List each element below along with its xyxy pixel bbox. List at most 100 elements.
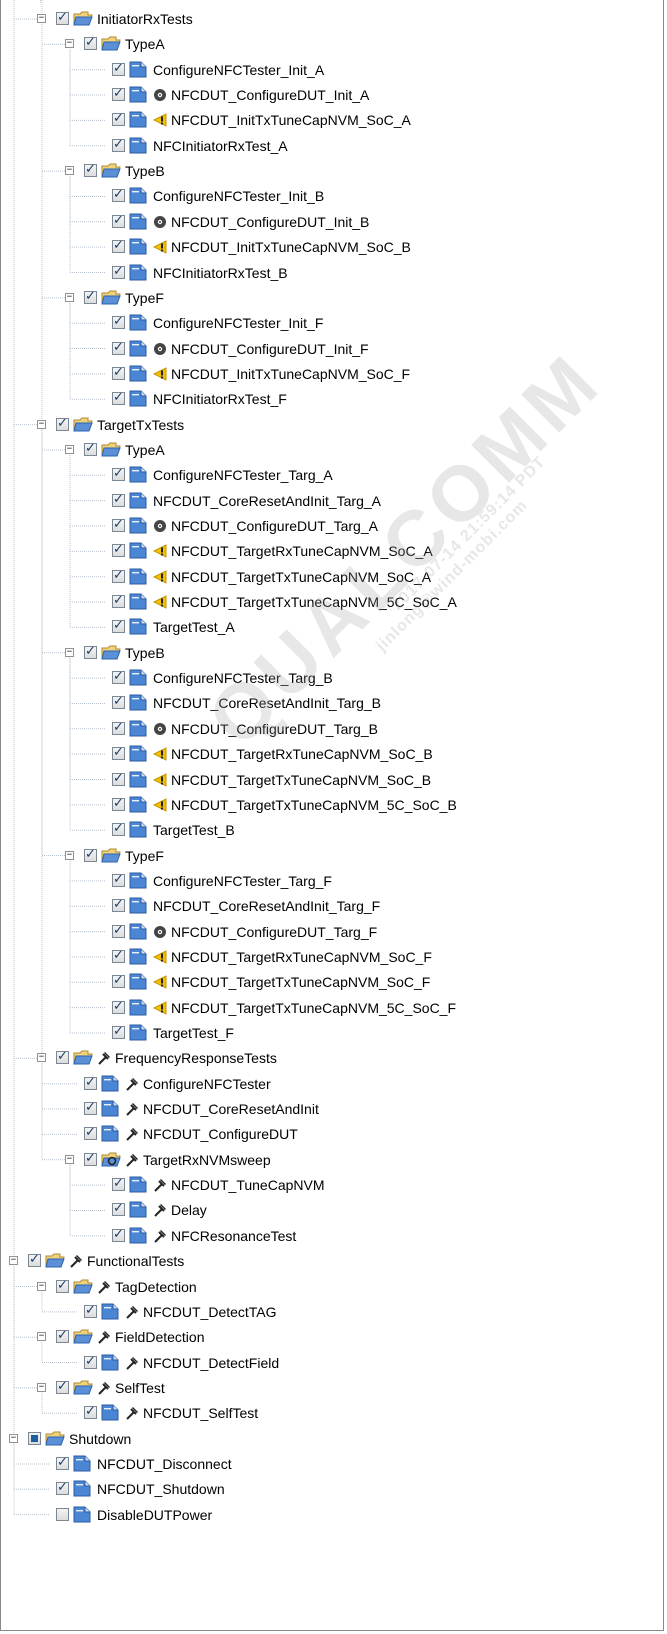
tree-item-step[interactable]: NFCDUT_ConfigureDUT xyxy=(0,1121,660,1147)
collapse-toggle[interactable]: − xyxy=(37,1332,46,1342)
enable-checkbox[interactable] xyxy=(84,1151,97,1166)
tree-item-step[interactable]: TargetTest_A xyxy=(0,614,660,640)
enable-checkbox[interactable] xyxy=(84,1303,97,1318)
enable-checkbox[interactable] xyxy=(84,1075,97,1090)
tree-item-group[interactable]: − TypeB xyxy=(0,158,660,184)
enable-checkbox[interactable] xyxy=(112,390,125,406)
enable-checkbox[interactable] xyxy=(112,1201,125,1217)
tree-item-step[interactable]: NFCDUT_ConfigureDUT_Init_A xyxy=(0,82,660,108)
tree-item-step[interactable]: NFCDUT_TargetTxTuneCapNVM_5C_SoC_F xyxy=(0,995,660,1021)
enable-checkbox[interactable] xyxy=(84,441,97,456)
enable-checkbox[interactable] xyxy=(56,1455,69,1470)
tree-item-step[interactable]: NFCDUT_TargetTxTuneCapNVM_SoC_F xyxy=(0,969,660,995)
enable-checkbox[interactable] xyxy=(112,1227,125,1242)
tree-item-step[interactable]: NFCDUT_ConfigureDUT_Targ_A xyxy=(0,513,660,539)
tree-item-step[interactable]: NFCDUT_Disconnect xyxy=(0,1451,660,1477)
tree-item-group[interactable]: − TypeA xyxy=(0,31,660,57)
collapse-toggle[interactable]: − xyxy=(37,419,46,429)
tree-item-group[interactable]: − InitiatorRxTests xyxy=(0,6,660,32)
enable-checkbox[interactable] xyxy=(112,61,125,76)
tree-item-group[interactable]: − SelfTest xyxy=(0,1375,660,1401)
collapse-toggle[interactable]: − xyxy=(65,850,74,860)
enable-checkbox[interactable] xyxy=(112,999,125,1014)
enable-checkbox[interactable] xyxy=(56,1379,69,1394)
enable-checkbox[interactable] xyxy=(112,264,125,279)
enable-checkbox[interactable] xyxy=(112,365,125,380)
enable-checkbox[interactable] xyxy=(112,517,125,532)
tree-item-step[interactable]: NFCDUT_TargetTxTuneCapNVM_5C_SoC_A xyxy=(0,589,660,615)
enable-checkbox[interactable] xyxy=(112,542,125,558)
enable-checkbox[interactable] xyxy=(56,1507,69,1521)
tree-item-step[interactable]: NFCInitiatorRxTest_A xyxy=(0,133,660,159)
tree-item-step[interactable]: NFCInitiatorRxTest_F xyxy=(0,386,660,412)
enable-checkbox[interactable] xyxy=(112,948,125,963)
enable-checkbox[interactable] xyxy=(112,86,125,102)
collapse-toggle[interactable]: − xyxy=(9,1256,18,1266)
collapse-toggle[interactable]: − xyxy=(37,14,46,23)
tree-item-step[interactable]: DisableDUTPower xyxy=(0,1502,660,1528)
enable-checkbox[interactable] xyxy=(84,162,97,178)
tree-item-group[interactable]: − FunctionalTests xyxy=(0,1248,660,1274)
enable-checkbox[interactable] xyxy=(56,1049,69,1065)
tree-item-group[interactable]: − TypeF xyxy=(0,285,660,311)
enable-checkbox[interactable] xyxy=(112,923,125,938)
tree-item-group[interactable]: − TypeA xyxy=(0,437,660,463)
tree-item-step[interactable]: NFCDUT_TargetRxTuneCapNVM_SoC_B xyxy=(0,741,660,767)
enable-checkbox[interactable] xyxy=(56,1278,69,1293)
enable-checkbox[interactable] xyxy=(112,213,125,228)
enable-checkbox[interactable] xyxy=(112,745,125,761)
tree-item-step[interactable]: Delay xyxy=(0,1197,660,1223)
tree-item-step[interactable]: ConfigureNFCTester xyxy=(0,1071,660,1097)
tree-item-group[interactable]: − Shutdown xyxy=(0,1426,660,1452)
enable-checkbox[interactable] xyxy=(112,1024,125,1039)
collapse-toggle[interactable]: − xyxy=(65,1154,74,1164)
enable-checkbox[interactable] xyxy=(84,644,97,659)
tree-item-step[interactable]: NFCDUT_ConfigureDUT_Init_B xyxy=(0,209,660,235)
tree-item-step[interactable]: NFCInitiatorRxTest_B xyxy=(0,260,660,286)
tree-item-step[interactable]: NFCDUT_DetectField xyxy=(0,1350,660,1376)
enable-checkbox[interactable] xyxy=(112,492,125,507)
collapse-toggle[interactable]: − xyxy=(65,444,74,454)
enable-checkbox[interactable] xyxy=(112,340,125,355)
tree-item-step[interactable]: ConfigureNFCTester_Init_A xyxy=(0,57,660,83)
enable-checkbox[interactable] xyxy=(84,1404,97,1420)
collapse-toggle[interactable]: − xyxy=(65,292,74,302)
enable-checkbox[interactable] xyxy=(84,847,97,862)
enable-checkbox[interactable] xyxy=(56,1480,69,1496)
tree-item-group[interactable]: − TagDetection xyxy=(0,1274,660,1300)
tree-item-step[interactable]: NFCDUT_TargetTxTuneCapNVM_5C_SoC_B xyxy=(0,792,660,818)
tree-item-step[interactable]: NFCResonanceTest xyxy=(0,1223,660,1249)
tree-item-step[interactable]: NFCDUT_InitTxTuneCapNVM_SoC_A xyxy=(0,107,660,133)
enable-checkbox[interactable] xyxy=(84,1125,97,1141)
tree-item-step[interactable]: NFCDUT_ConfigureDUT_Targ_F xyxy=(0,919,660,945)
collapse-toggle[interactable]: − xyxy=(65,39,74,49)
collapse-toggle[interactable]: − xyxy=(65,647,74,657)
enable-checkbox[interactable] xyxy=(84,1354,97,1369)
enable-checkbox[interactable] xyxy=(112,973,125,989)
enable-checkbox[interactable] xyxy=(112,796,125,811)
tree-item-step[interactable]: ConfigureNFCTester_Targ_A xyxy=(0,462,660,488)
enable-checkbox[interactable] xyxy=(112,618,125,634)
enable-checkbox[interactable] xyxy=(112,669,125,685)
enable-checkbox[interactable] xyxy=(112,466,125,482)
enable-checkbox[interactable] xyxy=(56,416,69,431)
tree-item-group[interactable]: − TargetRxNVMsweep xyxy=(0,1147,660,1173)
tree-item-step[interactable]: NFCDUT_CoreResetAndInit_Targ_F xyxy=(0,893,660,919)
enable-checkbox[interactable] xyxy=(28,1252,41,1268)
tree-item-step[interactable]: NFCDUT_ConfigureDUT_Init_F xyxy=(0,336,660,362)
enable-checkbox[interactable] xyxy=(112,137,125,152)
enable-checkbox[interactable] xyxy=(112,111,125,127)
enable-checkbox[interactable] xyxy=(56,10,69,25)
enable-checkbox[interactable] xyxy=(112,872,125,887)
collapse-toggle[interactable]: − xyxy=(9,1433,18,1443)
enable-checkbox[interactable] xyxy=(112,897,125,913)
tree-item-step[interactable]: NFCDUT_TargetRxTuneCapNVM_SoC_A xyxy=(0,538,660,564)
enable-checkbox[interactable] xyxy=(112,238,125,254)
enable-checkbox[interactable] xyxy=(112,771,125,786)
tree-item-step[interactable]: NFCDUT_DetectTAG xyxy=(0,1299,660,1325)
tree-item-group[interactable]: − FrequencyResponseTests xyxy=(0,1045,660,1071)
tree-item-step[interactable]: ConfigureNFCTester_Targ_F xyxy=(0,868,660,894)
tree-item-step[interactable]: NFCDUT_InitTxTuneCapNVM_SoC_B xyxy=(0,234,660,260)
tree-item-step[interactable]: NFCDUT_SelfTest xyxy=(0,1400,660,1426)
tree-item-group[interactable]: − TargetTxTests xyxy=(0,412,660,438)
